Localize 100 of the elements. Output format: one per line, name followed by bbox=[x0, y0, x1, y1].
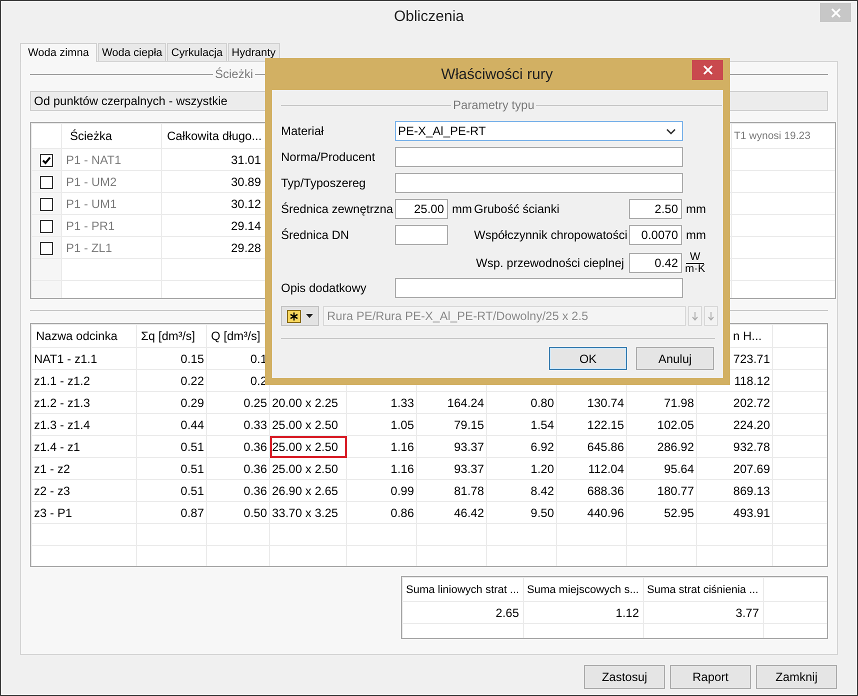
table-cell: 0.36 bbox=[206, 480, 270, 502]
table-cell: 1.05 bbox=[346, 414, 416, 436]
table-cell: 932.78 bbox=[696, 436, 772, 458]
close-icon bbox=[830, 8, 840, 18]
dialog-button[interactable]: Zastosuj bbox=[584, 665, 665, 689]
tab[interactable]: Hydranty bbox=[228, 43, 280, 61]
unit-label: mm bbox=[451, 202, 473, 216]
table-cell: 0.51 bbox=[136, 480, 206, 502]
input-field[interactable]: 25.00 bbox=[395, 199, 448, 219]
table-cell: z1.4 - z1 bbox=[32, 436, 136, 458]
table-cell: 0.36 bbox=[206, 458, 270, 480]
table-cell: 0.15 bbox=[136, 348, 206, 370]
table-cell: 52.95 bbox=[626, 502, 696, 524]
column-header[interactable]: Σq [dm³/s] bbox=[136, 324, 206, 348]
table-cell: 9.50 bbox=[486, 502, 556, 524]
arrow-down-icon bbox=[692, 312, 698, 320]
column-header[interactable]: Ścieżka bbox=[62, 124, 162, 148]
table-cell: z1.2 - z1.3 bbox=[32, 392, 136, 414]
input-field[interactable] bbox=[395, 173, 683, 193]
table-cell: 33.70 x 3.25 bbox=[270, 502, 346, 524]
table-cell: 1.12 bbox=[524, 602, 644, 624]
tab[interactable]: Woda zimna bbox=[20, 43, 97, 62]
table-cell: 0.87 bbox=[136, 502, 206, 524]
table-cell: z1.1 - z1.2 bbox=[32, 370, 136, 392]
arrow-down-icon bbox=[708, 312, 714, 320]
field-label: Wsp. przewodności cieplnej bbox=[475, 256, 626, 270]
table-cell: 0.36 bbox=[206, 436, 270, 458]
checkbox[interactable] bbox=[40, 154, 53, 167]
table-cell: 688.36 bbox=[556, 480, 626, 502]
table-cell: 93.37 bbox=[416, 458, 486, 480]
input-field[interactable]: 0.0070 bbox=[629, 225, 682, 245]
field-label: Opis dodatkowy bbox=[281, 281, 368, 295]
input-field[interactable] bbox=[395, 147, 683, 167]
checkbox[interactable] bbox=[40, 242, 53, 255]
table-cell: 25.00 x 2.50 bbox=[270, 458, 346, 480]
table-cell: 0.80 bbox=[486, 392, 556, 414]
table-cell: 81.78 bbox=[416, 480, 486, 502]
input-field[interactable]: 0.42 bbox=[629, 253, 682, 273]
unit-label: mm bbox=[685, 228, 707, 242]
field-label: Średnica zewnętrzna bbox=[281, 202, 394, 216]
tab[interactable]: Cyrkulacja bbox=[167, 43, 227, 61]
table-cell: 0.22 bbox=[136, 370, 206, 392]
dialog-button[interactable]: Raport bbox=[670, 665, 751, 689]
table-cell: 207.69 bbox=[696, 458, 772, 480]
column-header[interactable]: Suma strat ciśnienia ... bbox=[644, 578, 764, 602]
close-button[interactable] bbox=[692, 60, 723, 80]
input-field[interactable] bbox=[395, 278, 683, 298]
field-label: Średnica DN bbox=[281, 228, 350, 242]
table-cell: 224.20 bbox=[696, 414, 772, 436]
table-cell: 93.37 bbox=[416, 436, 486, 458]
table-cell: P1 - UM2 bbox=[62, 170, 162, 192]
star-icon bbox=[287, 310, 301, 322]
table-cell: 71.98 bbox=[626, 392, 696, 414]
table-cell: 0.44 bbox=[136, 414, 206, 436]
caret-icon bbox=[306, 314, 313, 318]
unit-fraction: W m·K bbox=[685, 252, 706, 274]
table-cell: 0.51 bbox=[136, 458, 206, 480]
table-cell: 164.24 bbox=[416, 392, 486, 414]
checkbox[interactable] bbox=[40, 176, 53, 189]
table-cell: 440.96 bbox=[556, 502, 626, 524]
table-cell: 46.42 bbox=[416, 502, 486, 524]
table-cell: 180.77 bbox=[626, 480, 696, 502]
dialog-button[interactable]: Zamknij bbox=[756, 665, 837, 689]
table-cell: 6.92 bbox=[486, 436, 556, 458]
unit-label: mm bbox=[685, 202, 707, 216]
tab[interactable]: Woda ciepła bbox=[98, 43, 166, 61]
field-label: Norma/Producent bbox=[281, 150, 376, 164]
field-label: Materiał bbox=[281, 124, 325, 138]
table-cell: 8.42 bbox=[486, 480, 556, 502]
table-cell: 20.00 x 2.25 bbox=[270, 392, 346, 414]
table-cell: 112.04 bbox=[556, 458, 626, 480]
material-dropdown[interactable]: PE-X_Al_PE-RT bbox=[395, 121, 683, 141]
group-title: Parametry typu bbox=[452, 98, 536, 112]
field-label: Grubość ścianki bbox=[474, 202, 560, 216]
table-cell: 0.25 bbox=[206, 392, 270, 414]
table-cell: 25.00 x 2.50 bbox=[270, 436, 346, 458]
catalog-button[interactable] bbox=[281, 306, 319, 326]
input-field[interactable]: 2.50 bbox=[629, 199, 682, 219]
table-cell: P1 - NAT1 bbox=[62, 148, 162, 170]
table-cell: 1.20 bbox=[486, 458, 556, 480]
table-cell: NAT1 - z1.1 bbox=[32, 348, 136, 370]
table-cell: 0.29 bbox=[136, 392, 206, 414]
dialog-button[interactable]: Anuluj bbox=[636, 347, 714, 370]
table-cell: 645.86 bbox=[556, 436, 626, 458]
dialog-button[interactable]: OK bbox=[549, 347, 627, 370]
table-cell: 3.77 bbox=[644, 602, 764, 624]
checkbox[interactable] bbox=[40, 220, 53, 233]
table-cell: 0.50 bbox=[206, 502, 270, 524]
column-header[interactable]: Suma liniowych strat ... bbox=[402, 578, 524, 602]
close-icon bbox=[702, 65, 712, 75]
table-cell: P1 - PR1 bbox=[62, 214, 162, 236]
input-field[interactable] bbox=[395, 225, 448, 245]
table-cell: 26.90 x 2.65 bbox=[270, 480, 346, 502]
table-cell: 286.92 bbox=[626, 436, 696, 458]
column-header[interactable]: Suma miejscowych s... bbox=[524, 578, 644, 602]
column-header[interactable]: Całkowita długo... bbox=[162, 124, 266, 148]
checkbox[interactable] bbox=[40, 198, 53, 211]
column-header[interactable]: Nazwa odcinka bbox=[32, 324, 136, 348]
table-cell: 1.33 bbox=[346, 392, 416, 414]
table-cell: 0.99 bbox=[346, 480, 416, 502]
